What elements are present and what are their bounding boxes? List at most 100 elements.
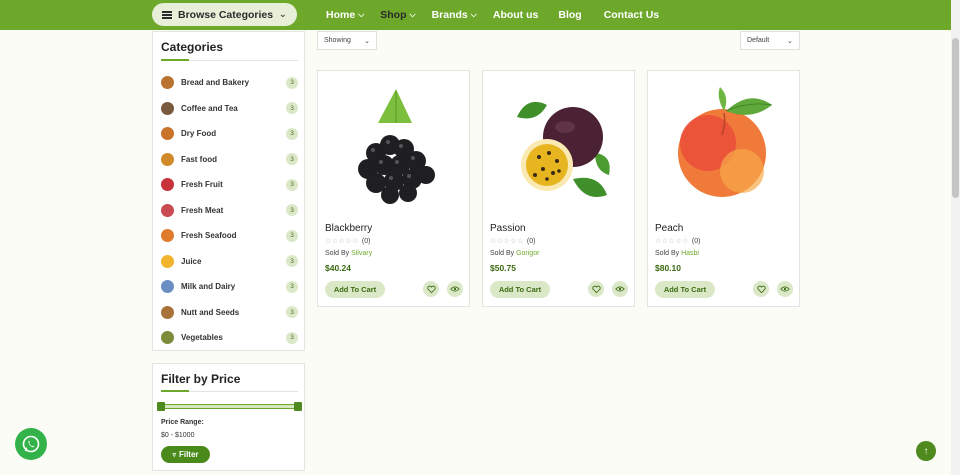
categories-widget: Categories Bread and Bakery 3 Coffee and … [152,31,305,351]
category-list: Bread and Bakery 3 Coffee and Tea 3 Dry Fo… [161,70,298,351]
price-range-value: $0 - $1000 [161,432,195,439]
category-count: 3 [286,255,298,268]
price-min-handle[interactable] [157,402,165,411]
seller-info: Sold By Gorigor [490,250,539,257]
rating-count: (0) [691,238,701,245]
category-item[interactable]: Fast food 3 [161,147,298,173]
category-name: Vegetables [181,333,223,343]
category-item[interactable]: Fresh Seafood 3 [161,223,298,249]
category-item[interactable]: Coffee and Tea 3 [161,96,298,122]
wishlist-heart-icon[interactable] [423,281,439,297]
chevron-down-icon: ⌄ [278,9,287,20]
whatsapp-icon[interactable] [15,428,47,460]
nav-item-blog[interactable]: Blog [558,9,581,21]
quick-view-eye-icon[interactable] [612,281,628,297]
product-price: $40.24 [325,263,351,273]
vendor-link[interactable]: Silvary [351,250,372,257]
add-to-cart-button[interactable]: Add To Cart [490,281,550,298]
sort-select[interactable]: Default ⌄ [740,31,800,50]
nav-item-home[interactable]: Home ⌵ [326,9,364,21]
peach-image [678,87,773,197]
category-item[interactable]: Fresh Meat 3 [161,198,298,224]
filter-icon: ▿ [172,451,176,459]
browse-categories-button[interactable]: Browse Categories ⌄ [152,3,297,26]
category-name: Fast food [181,154,217,164]
price-filter-widget: Filter by Price Price Range: $0 - $1000 … [152,363,305,471]
meat-icon [161,203,174,217]
category-item[interactable]: Dry Food 3 [161,121,298,147]
category-name: Juice [181,256,202,266]
showing-select[interactable]: Showing ⌄ [317,31,377,50]
browse-categories-label: Browse Categories [178,8,274,21]
category-item[interactable]: Juice 3 [161,249,298,275]
category-name: Coffee and Tea [181,103,238,113]
page-scrollbar[interactable] [951,0,960,475]
nav-item-label: Contact Us [603,9,660,21]
sold-by-label: Sold By [325,250,350,257]
category-count: 3 [286,204,298,217]
wishlist-heart-icon[interactable] [588,281,604,297]
main-menu: Home ⌵ Shop ⌵ Brands ⌵ About us Blog Con… [326,0,675,30]
product-card[interactable]: Passion ☆☆☆☆☆ (0) Sold By Gorigor $50.75 … [482,70,635,307]
seller-info: Sold By Hasbi [655,250,699,257]
price-max-handle[interactable] [294,402,302,411]
add-to-cart-button[interactable]: Add To Cart [325,281,385,298]
sold-by-label: Sold By [655,250,680,257]
showing-select-value: Showing [324,37,351,44]
price-range-track[interactable] [161,404,298,409]
nav-item-shop[interactable]: Shop ⌵ [380,9,415,21]
add-to-cart-button[interactable]: Add To Cart [655,281,715,298]
nav-item-label: About us [492,9,539,21]
nav-item-contact[interactable]: Contact Us [604,9,659,21]
wishlist-heart-icon[interactable] [753,281,769,297]
category-count: 3 [286,102,298,115]
seafood-icon [161,229,174,243]
filter-button[interactable]: ▿ Filter [161,446,210,463]
scrollbar-thumb[interactable] [952,38,959,198]
vendor-link[interactable]: Gorigor [516,250,539,257]
category-item[interactable]: Fresh Fruit 3 [161,172,298,198]
fast-food-icon [161,152,174,166]
product-card[interactable]: Peach ☆☆☆☆☆ (0) Sold By Hasbi $80.10 Add … [647,70,800,307]
back-to-top-arrow-icon[interactable]: ↑ [916,441,936,461]
category-item[interactable]: Vegetables 3 [161,325,298,351]
category-name: Fresh Fruit [181,180,223,190]
milk-icon [161,280,174,294]
chevron-down-icon: ⌵ [358,10,365,19]
category-name: Dry Food [181,129,217,139]
category-count: 3 [286,229,298,242]
category-item[interactable]: Nutt and Seeds 3 [161,300,298,326]
quick-view-eye-icon[interactable] [447,281,463,297]
categories-title: Categories [161,40,224,54]
category-count: 3 [286,178,298,191]
nav-item-label: Brands [431,9,468,21]
nav-item-about[interactable]: About us [493,9,539,21]
category-count: 3 [286,153,298,166]
nav-item-brands[interactable]: Brands ⌵ [432,9,477,21]
bread-icon [161,76,174,90]
category-count: 3 [286,76,298,89]
category-name: Nutt and Seeds [181,307,240,317]
category-item[interactable]: Bread and Bakery 3 [161,70,298,96]
title-divider [161,390,298,392]
nuts-icon [161,305,174,319]
price-filter-title: Filter by Price [161,372,241,386]
top-navbar: Browse Categories ⌄ Home ⌵ Shop ⌵ Brands… [0,0,951,30]
category-count: 3 [286,280,298,293]
filter-button-label: Filter [178,450,199,459]
rating-count: (0) [361,238,371,245]
category-name: Bread and Bakery [181,78,250,88]
quick-view-eye-icon[interactable] [777,281,793,297]
category-item[interactable]: Milk and Dairy 3 [161,274,298,300]
juice-icon [161,254,174,268]
dry-food-icon [161,127,174,141]
blackberry-image [358,89,435,204]
fruit-icon [161,178,174,192]
price-range-label: Price Range: [161,419,204,426]
product-name[interactable]: Blackberry [325,223,372,234]
product-name[interactable]: Passion [490,223,526,234]
product-card[interactable]: Blackberry ☆☆☆☆☆ (0) Sold By Silvary $40.… [317,70,470,307]
vendor-link[interactable]: Hasbi [681,250,699,257]
nav-item-label: Blog [558,9,582,21]
product-name[interactable]: Peach [655,223,683,234]
